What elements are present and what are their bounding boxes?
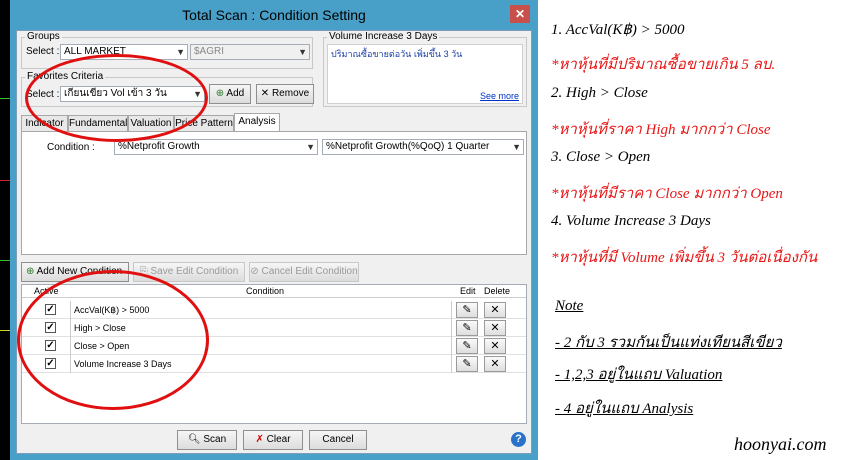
add-favorite-button[interactable]: ⊕ Add (209, 84, 251, 104)
background-chart-strip (0, 0, 10, 460)
condition-combo-1-value: %Netprofit Growth (118, 141, 200, 152)
tab-analysis[interactable]: Analysis (234, 113, 280, 131)
cancel-edit-condition-label: Cancel Edit Condition (261, 266, 358, 277)
note-line-3-thai: *หาหุ้นที่มีราคา Close มากกว่า Open (551, 186, 783, 202)
title-bar: Total Scan : Condition Setting ✕ (10, 0, 538, 30)
note-item-3: - 4 อยู่ในแถบ Analysis (555, 401, 694, 417)
clear-icon: ✗ (255, 434, 264, 445)
chevron-down-icon: ▼ (512, 142, 521, 152)
groups-label: Groups (25, 31, 62, 42)
pencil-icon[interactable]: ✎ (456, 302, 478, 318)
annotation-ellipse-conditions (17, 270, 209, 410)
annotation-ellipse-favorites (25, 54, 208, 142)
delete-icon[interactable]: ✕ (484, 356, 506, 372)
condition-combo-2-value: %Netprofit Growth(%QoQ) 1 Quarter (326, 141, 490, 152)
description-title: Volume Increase 3 Days (327, 31, 440, 42)
note-line-4: 4. Volume Increase 3 Days (551, 213, 711, 229)
site-watermark: hoonyai.com (734, 434, 827, 454)
condition-combo-2[interactable]: %Netprofit Growth(%QoQ) 1 Quarter ▼ (322, 139, 524, 155)
note-item-2: - 1,2,3 อยู่ในแถบ Valuation (555, 367, 723, 383)
chevron-down-icon: ▼ (176, 47, 185, 57)
scan-button[interactable]: 🔍︎ Scan (177, 430, 237, 450)
add-icon: ⊕ (215, 88, 225, 99)
description-box: ปริมาณซื้อขายต่อวัน เพิ่มขึ้น 3 วัน See … (327, 44, 523, 104)
save-edit-condition-label: Save Edit Condition (150, 266, 239, 277)
search-icon: 🔍︎ (187, 434, 201, 445)
pencil-icon[interactable]: ✎ (456, 320, 478, 336)
note-line-1: 1. AccVal(K฿) > 5000 (551, 22, 685, 38)
condition-label: Condition : (47, 142, 95, 153)
add-icon: ⊕ (26, 266, 35, 277)
add-label: Add (226, 88, 245, 99)
delete-icon[interactable]: ✕ (484, 320, 506, 336)
pencil-icon[interactable]: ✎ (456, 338, 478, 354)
pencil-icon[interactable]: ✎ (456, 356, 478, 372)
groups-select-label: Select : (26, 46, 60, 57)
close-icon: ✕ (260, 88, 270, 99)
clear-label: Clear (266, 434, 291, 445)
see-more-link[interactable]: See more (480, 91, 519, 101)
note-line-3: 3. Close > Open (551, 149, 651, 165)
tab-panel-analysis: Condition : %Netprofit Growth ▼ %Netprof… (21, 131, 527, 255)
remove-favorite-button[interactable]: ✕ Remove (256, 84, 314, 104)
remove-label: Remove (271, 88, 310, 99)
header-condition: Condition (246, 286, 285, 296)
cancel-edit-condition-button[interactable]: ⊘ Cancel Edit Condition (249, 262, 359, 282)
condition-combo-1[interactable]: %Netprofit Growth ▼ (114, 139, 318, 155)
close-button[interactable]: ✕ (510, 5, 530, 23)
sector-combo-value: $AGRI (194, 46, 225, 57)
delete-icon[interactable]: ✕ (484, 338, 506, 354)
note-line-1-thai: *หาหุ้นที่มีปริมาณซื้อขายเกิน 5 ลบ. (551, 57, 776, 73)
note-line-2-thai: *หาหุ้นที่ราคา High มากกว่า Close (551, 122, 771, 138)
note-title: Note (555, 298, 584, 314)
note-line-4-thai: *หาหุ้นที่มี Volume เพิ่มขึ้น 3 วันต่อเน… (551, 250, 818, 266)
help-icon[interactable]: ? (511, 432, 526, 447)
cancel-label: Cancel (322, 434, 354, 445)
chevron-down-icon: ▼ (298, 47, 307, 57)
scan-label: Scan (203, 434, 227, 445)
note-item-1: - 2 กับ 3 รวมกันเป็นแท่งเทียนสีเขียว (555, 335, 782, 351)
cancel-button[interactable]: Cancel (309, 430, 367, 450)
description-text: ปริมาณซื้อขายต่อวัน เพิ่มขึ้น 3 วัน (331, 49, 463, 59)
header-delete: Delete (484, 286, 511, 296)
cancel-icon: ⊘ (250, 266, 259, 277)
header-edit: Edit (460, 286, 476, 296)
window-title: Total Scan : Condition Setting (182, 7, 366, 23)
delete-icon[interactable]: ✕ (484, 302, 506, 318)
note-line-2: 2. High > Close (551, 85, 648, 101)
chevron-down-icon: ▼ (306, 142, 315, 152)
clear-button[interactable]: ✗ Clear (243, 430, 303, 450)
sector-combo[interactable]: $AGRI ▼ (190, 44, 310, 60)
